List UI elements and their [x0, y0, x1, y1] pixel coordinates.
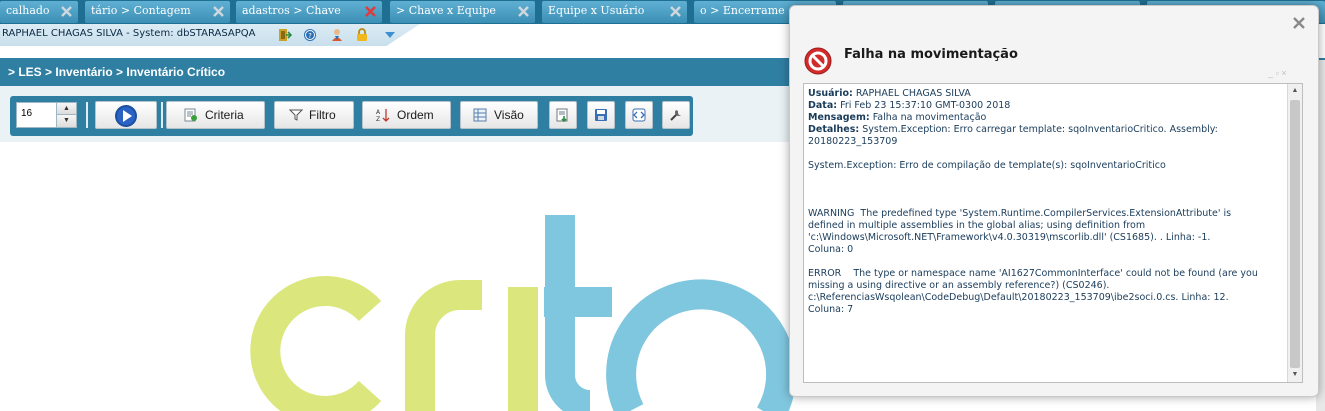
- close-icon[interactable]: [211, 4, 226, 19]
- warning-line: WARNING The predefined type 'System.Runt…: [808, 208, 1232, 219]
- tab-item[interactable]: Equipe x Usuário: [542, 1, 687, 23]
- svg-text:A: A: [376, 109, 381, 116]
- detalhes-value: System.Exception: Erro carregar template…: [862, 124, 1218, 135]
- assembly-line: 20180223_153709: [808, 136, 898, 147]
- tab-label: tário > Contagem: [91, 4, 191, 17]
- page-size-value: 16: [21, 108, 33, 119]
- stepper-down-icon[interactable]: ▼: [56, 115, 76, 127]
- lock-icon[interactable]: [355, 28, 369, 42]
- ordem-button[interactable]: AZ Ordem: [362, 101, 451, 129]
- warning-line: defined in multiple assemblies in the gl…: [808, 220, 1146, 231]
- user-info: RAPHAEL CHAGAS SILVA - System: dbSTARASA…: [2, 28, 256, 39]
- toolbar-separator: [86, 102, 88, 128]
- error-icon: [804, 47, 832, 75]
- close-icon[interactable]: [1291, 15, 1307, 31]
- scroll-up-icon[interactable]: ▲: [1288, 84, 1302, 98]
- warning-line: 'c:\Windows\Microsoft.NET\Framework\v4.0…: [808, 232, 1211, 243]
- filter-icon: [289, 109, 303, 121]
- ordem-label: Ordem: [397, 108, 434, 122]
- mensagem-label: Mensagem:: [808, 112, 870, 123]
- error-line: ERROR The type or namespace name 'AI1627…: [808, 268, 1258, 279]
- sort-icon: AZ: [376, 109, 390, 122]
- detalhes-label: Detalhes:: [808, 124, 860, 135]
- mensagem-value: Falha na movimentação: [872, 112, 987, 123]
- tab-item[interactable]: tário > Contagem: [85, 1, 230, 23]
- error-line: c:\ReferenciasWsqolean\CodeDebug\Default…: [808, 292, 1229, 303]
- tab-label: calhado: [6, 4, 50, 17]
- minimize-icon[interactable]: _ ▫ ×: [1268, 68, 1286, 78]
- export-button[interactable]: [549, 101, 577, 129]
- usuario-label: Usuário:: [808, 88, 853, 99]
- tab-item[interactable]: > Chave x Equipe: [390, 1, 535, 23]
- usuario-value: RAPHAEL CHAGAS SILVA: [855, 88, 971, 99]
- close-icon[interactable]: [363, 4, 378, 19]
- code-button[interactable]: [625, 101, 653, 129]
- error-line: missing a using directive or an assembly…: [808, 280, 1110, 291]
- filtro-label: Filtro: [309, 108, 336, 122]
- exit-icon[interactable]: [278, 28, 292, 42]
- export-icon: [556, 108, 568, 122]
- tab-item[interactable]: adastros > Chave: [236, 1, 382, 23]
- settings-icon: [670, 110, 681, 121]
- page-size-stepper[interactable]: 16 ▲ ▼: [16, 102, 77, 128]
- tab-item[interactable]: calhado: [0, 1, 78, 23]
- close-icon[interactable]: [59, 4, 74, 19]
- run-button[interactable]: [95, 101, 157, 129]
- tab-label: o > Encerrame: [700, 4, 785, 17]
- close-icon[interactable]: [516, 4, 531, 19]
- scroll-thumb[interactable]: [1290, 100, 1300, 368]
- breadcrumb: > LES > Inventário > Inventário Crítico: [8, 65, 226, 79]
- save-icon: [595, 109, 607, 121]
- filtro-button[interactable]: Filtro: [274, 101, 354, 129]
- app-window: calhado tário > Contagem adastros > Chav…: [0, 0, 1325, 411]
- svg-text:?: ?: [308, 32, 312, 40]
- chevron-down-icon[interactable]: [383, 28, 397, 42]
- close-icon[interactable]: [668, 4, 683, 19]
- stepper-up-icon[interactable]: ▲: [56, 103, 76, 115]
- criteria-logo: [250, 215, 797, 411]
- error-line: Coluna: 7: [808, 304, 854, 315]
- visao-button[interactable]: Visão: [460, 101, 538, 129]
- tab-label: Equipe x Usuário: [548, 4, 645, 17]
- svg-text:Z: Z: [376, 116, 380, 122]
- tab-label: > Chave x Equipe: [396, 4, 496, 17]
- save-button[interactable]: [587, 101, 615, 129]
- criteria-icon: [184, 108, 197, 122]
- dialog-title: Falha na movimentação: [844, 47, 1018, 62]
- user-icon[interactable]: [330, 28, 344, 42]
- help-icon[interactable]: ?: [303, 28, 317, 42]
- scroll-down-icon[interactable]: ▼: [1288, 368, 1302, 382]
- tab-label: adastros > Chave: [242, 4, 341, 17]
- error-details-text: Usuário: RAPHAEL CHAGAS SILVA Data: Fri …: [808, 88, 1284, 316]
- criteria-label: Criteria: [205, 108, 244, 122]
- error-details[interactable]: Usuário: RAPHAEL CHAGAS SILVA Data: Fri …: [803, 83, 1303, 383]
- toolbar-separator: [161, 102, 163, 128]
- play-icon: [115, 105, 137, 127]
- exception-line: System.Exception: Erro de compilação de …: [808, 160, 1166, 171]
- data-value: Fri Feb 23 15:37:10 GMT-0300 2018: [840, 100, 1011, 111]
- grid-icon: [473, 108, 487, 122]
- visao-label: Visão: [494, 108, 524, 122]
- code-icon: [632, 108, 646, 122]
- data-label: Data:: [808, 100, 838, 111]
- details-scrollbar[interactable]: ▲ ▼: [1287, 84, 1302, 382]
- warning-line: Coluna: 0: [808, 244, 854, 255]
- settings-button[interactable]: [662, 101, 690, 129]
- criteria-button[interactable]: Criteria: [166, 101, 265, 129]
